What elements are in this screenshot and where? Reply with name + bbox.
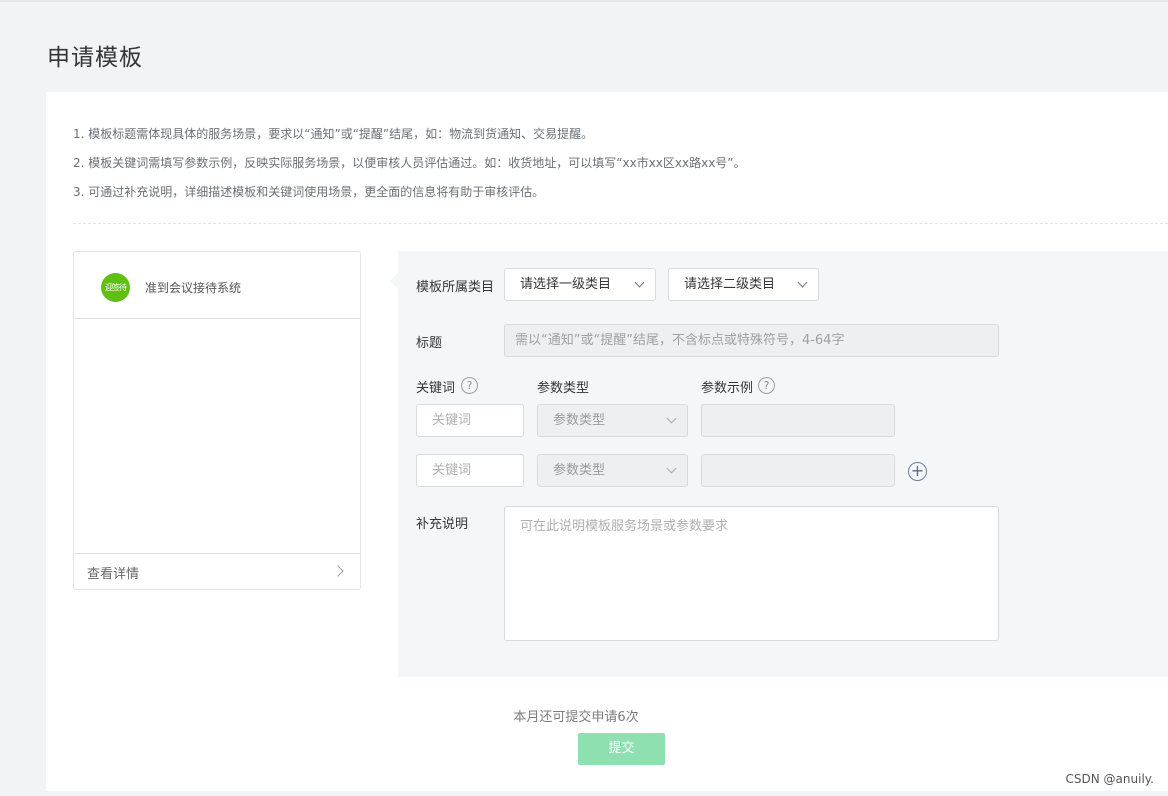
panel-arrow [390,273,398,289]
category-primary-value: 请选择一级类目 [520,277,612,292]
param-type-select[interactable]: 参数类型 [537,454,688,487]
submit-button[interactable]: 提交 [578,733,665,765]
chevron-down-icon [634,277,645,288]
watermark: CSDN @anuily. [1065,772,1154,786]
category-secondary-select[interactable]: 请选择二级类目 [668,268,819,301]
category-label: 模板所属类目 [416,280,495,295]
tip-item: 1. 模板标题需体现具体的服务场景，要求以“通知”或“提醒”结尾，如：物流到货通… [73,127,594,141]
preview-header: 迎签待 准到会议接待系统 [74,252,360,319]
tip-item: 3. 可通过补充说明，详细描述模板和关键词使用场景，更全面的信息将有助于审核评估… [73,185,545,199]
title-label: 标题 [416,336,443,351]
submit-quota: 本月还可提交申请6次 [513,710,639,725]
title-input[interactable]: 需以“通知”或“提醒”结尾，不含标点或特殊符号，4-64字 [504,324,999,357]
param-example-header: 参数示例 [701,381,754,396]
view-detail-label: 查看详情 [87,567,140,582]
tips-list: 1. 模板标题需体现具体的服务场景，要求以“通知”或“提醒”结尾，如：物流到货通… [73,120,746,207]
avatar: 迎签待 [101,273,130,302]
chevron-down-icon [666,463,677,474]
note-textarea[interactable]: 可在此说明模板服务场景或参数要求 [504,506,999,641]
note-label: 补充说明 [416,517,469,532]
main-card: 1. 模板标题需体现具体的服务场景，要求以“通知”或“提醒”结尾，如：物流到货通… [46,92,1168,791]
account-name: 准到会议接待系统 [145,281,242,295]
param-type-select[interactable]: 参数类型 [537,404,688,437]
help-icon[interactable]: ? [461,377,478,394]
template-form: 模板所属类目 请选择一级类目 请选择二级类目 标题 需以“通知”或“提醒”结尾，… [390,251,1168,677]
keyword-input[interactable]: 关键词 [416,404,524,437]
help-icon[interactable]: ? [758,377,775,394]
chevron-down-icon [797,277,808,288]
page-title: 申请模板 [47,45,143,71]
message-preview: 迎签待 准到会议接待系统 查看详情 [73,251,361,590]
param-example-input[interactable] [701,404,895,437]
category-secondary-value: 请选择二级类目 [684,277,776,292]
view-detail-link[interactable]: 查看详情 [74,553,360,589]
chevron-down-icon [666,413,677,424]
dashed-divider [73,223,1168,224]
top-border [0,0,1168,2]
param-type-value: 参数类型 [553,413,606,428]
tip-item: 2. 模板关键词需填写参数示例，反映实际服务场景，以便审核人员评估通过。如：收货… [73,156,746,170]
param-type-value: 参数类型 [553,463,606,478]
category-primary-select[interactable]: 请选择一级类目 [504,268,656,301]
keyword-header: 关键词 [416,381,456,396]
add-row-icon[interactable]: + [908,462,927,481]
param-example-input[interactable] [701,454,895,487]
keyword-input[interactable]: 关键词 [416,454,524,487]
chevron-right-icon [332,565,344,577]
param-type-header: 参数类型 [537,381,590,396]
